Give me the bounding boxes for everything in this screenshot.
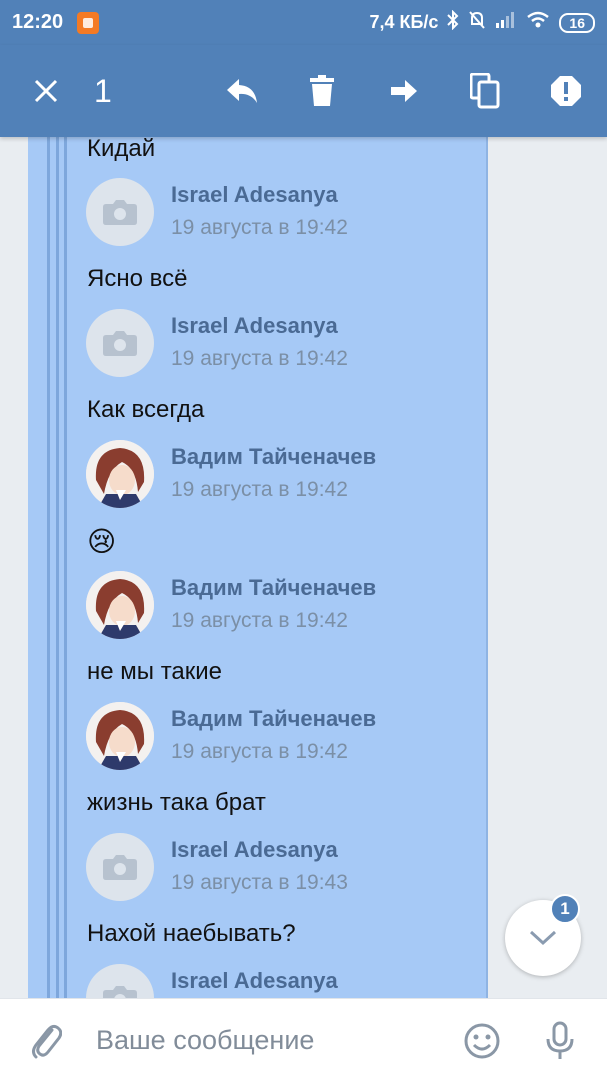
avatar	[86, 702, 154, 770]
forwarded-author: Israel Adesanya 19 августа в 19:43	[86, 833, 466, 901]
reply-button[interactable]	[218, 67, 266, 115]
message-date: 19 августа в 19:42	[171, 740, 348, 763]
forward-icon	[391, 80, 417, 102]
forwarded-author: Israel Adesanya 19 августа в 19:42	[86, 178, 466, 246]
thread-line	[64, 137, 67, 998]
forward-button[interactable]	[380, 67, 428, 115]
message-text: Как всегда	[87, 396, 205, 423]
forwarded-author: Israel Adesanya	[86, 964, 466, 998]
author-name: Israel Adesanya	[171, 968, 338, 993]
message-date: 19 августа в 19:42	[171, 216, 348, 239]
thread-line	[47, 137, 50, 998]
close-icon	[34, 79, 58, 103]
avatar	[86, 571, 154, 639]
author-name: Вадим Тайченачев	[171, 575, 377, 600]
copy-icon	[470, 73, 500, 109]
message-date: 19 августа в 19:42	[171, 347, 348, 370]
chevron-down-icon	[529, 930, 557, 946]
message-date: 19 августа в 19:42	[171, 609, 348, 632]
status-time: 12:20	[12, 11, 64, 33]
paperclip-icon	[32, 1024, 62, 1059]
report-icon	[551, 76, 581, 106]
smile-icon	[464, 1023, 500, 1059]
avatar	[86, 440, 154, 508]
copy-button[interactable]	[461, 67, 509, 115]
camera-icon	[103, 200, 137, 225]
close-selection-button[interactable]	[22, 67, 70, 115]
message-date: 19 августа в 19:43	[171, 871, 348, 894]
camera-icon	[103, 331, 137, 356]
selected-count: 1	[94, 73, 112, 109]
anime-avatar-icon	[86, 440, 154, 508]
author-name: Вадим Тайченачев	[171, 444, 377, 469]
avatar	[86, 309, 154, 377]
forwarded-author: Вадим Тайченачев 19 августа в 19:42	[86, 702, 466, 770]
message-input[interactable]: Ваше сообщение	[96, 1025, 314, 1056]
app-notification-icon	[77, 11, 100, 34]
microphone-icon	[546, 1021, 574, 1059]
forwarded-author: Israel Adesanya 19 августа в 19:42	[86, 309, 466, 377]
message-text: Нахой наебывать?	[87, 920, 296, 947]
voice-button[interactable]	[538, 1019, 582, 1063]
camera-icon	[103, 855, 137, 880]
wifi-icon	[526, 11, 550, 34]
unread-count-badge: 1	[550, 894, 580, 924]
network-speed: 7,4 КБ/с	[369, 12, 439, 32]
forwarded-author: Вадим Тайченачев 19 августа в 19:42	[86, 440, 466, 508]
message-text: Кидай	[87, 137, 156, 162]
message-text: не мы такие	[87, 658, 223, 685]
message-text: Ясно всё	[87, 265, 188, 292]
avatar	[86, 964, 154, 998]
anime-avatar-icon	[86, 571, 154, 639]
emoji-button[interactable]	[460, 1019, 504, 1063]
author-name: Israel Adesanya	[171, 837, 338, 862]
avatar	[86, 833, 154, 901]
author-name: Israel Adesanya	[171, 313, 338, 338]
status-bar: 12:20 7,4 КБ/с 16	[0, 0, 607, 45]
delete-icon	[310, 75, 334, 106]
camera-icon	[103, 986, 137, 998]
message-history[interactable]: Кидай Israel Adesanya 19 августа в 19:42…	[0, 137, 607, 998]
status-indicators: 7,4 КБ/с 16	[369, 9, 595, 35]
attach-button[interactable]	[24, 1019, 68, 1063]
selection-toolbar: 1	[0, 45, 607, 137]
message-composer: Ваше сообщение	[0, 998, 607, 1080]
message-date: 19 августа в 19:42	[171, 478, 348, 501]
signal-icon	[495, 11, 517, 34]
bluetooth-icon	[447, 9, 459, 35]
forwarded-author: Вадим Тайченачев 19 августа в 19:42	[86, 571, 466, 639]
right-margin	[488, 137, 607, 998]
avatar	[86, 178, 154, 246]
reply-icon	[227, 79, 257, 103]
author-name: Israel Adesanya	[171, 182, 338, 207]
report-button[interactable]	[542, 67, 590, 115]
message-emoji: 😢	[87, 526, 117, 557]
mute-icon	[468, 10, 486, 35]
anime-avatar-icon	[86, 702, 154, 770]
author-name: Вадим Тайченачев	[171, 706, 377, 731]
message-text: жизнь така брат	[87, 789, 266, 816]
battery-indicator: 16	[559, 12, 595, 33]
thread-line	[56, 137, 59, 998]
delete-button[interactable]	[298, 67, 346, 115]
